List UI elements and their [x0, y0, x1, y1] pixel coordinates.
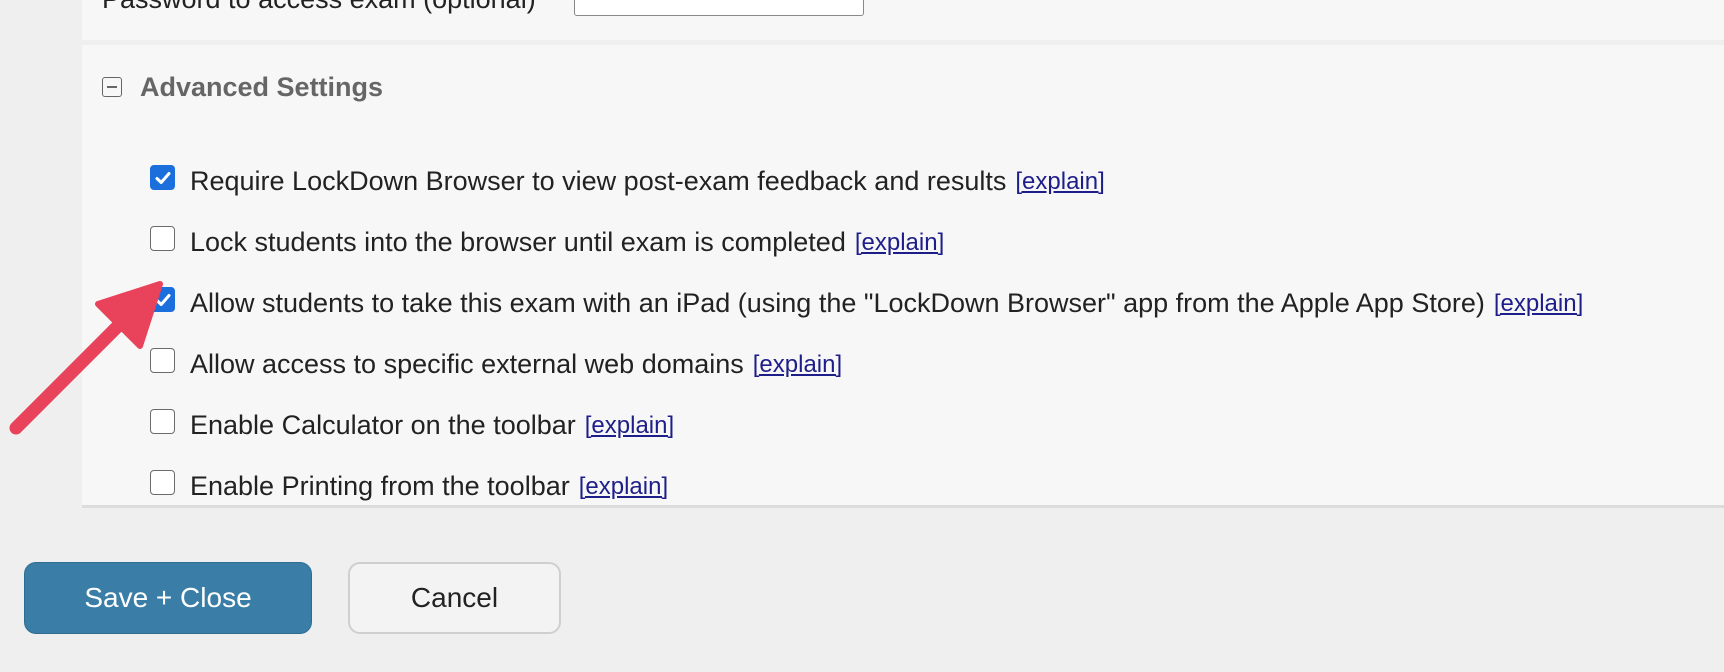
password-input[interactable] [574, 0, 864, 16]
checkbox[interactable] [150, 409, 175, 434]
option-label: Allow students to take this exam with an… [190, 288, 1485, 318]
password-label: Password to access exam (optional) [102, 0, 536, 15]
advanced-settings-title: Advanced Settings [140, 71, 384, 102]
advanced-options-list: Require LockDown Browser to view post-ex… [150, 151, 1583, 517]
option-label: Allow access to specific external web do… [190, 349, 744, 379]
option-lock-students: Lock students into the browser until exa… [150, 212, 1583, 273]
option-require-lockdown-feedback: Require LockDown Browser to view post-ex… [150, 151, 1583, 212]
explain-link[interactable]: [explain] [579, 473, 668, 501]
option-label: Enable Calculator on the toolbar [190, 410, 576, 440]
explain-link[interactable]: [explain] [1015, 168, 1104, 196]
explain-link[interactable]: [explain] [1494, 290, 1583, 318]
checkmark-icon [155, 294, 171, 306]
checkbox[interactable] [150, 226, 175, 251]
option-allow-external-domains: Allow access to specific external web do… [150, 334, 1583, 395]
explain-link[interactable]: [explain] [753, 351, 842, 379]
checkbox[interactable] [150, 165, 175, 190]
advanced-settings-panel: Advanced Settings Require LockDown Brows… [82, 45, 1724, 508]
checkmark-icon [155, 172, 171, 184]
checkbox[interactable] [150, 348, 175, 373]
checkbox[interactable] [150, 470, 175, 495]
option-allow-ipad: Allow students to take this exam with an… [150, 273, 1583, 334]
option-enable-printing: Enable Printing from the toolbar [explai… [150, 456, 1583, 517]
option-label: Require LockDown Browser to view post-ex… [190, 166, 1007, 196]
option-label: Enable Printing from the toolbar [190, 471, 570, 501]
checkbox[interactable] [150, 287, 175, 312]
save-close-button[interactable]: Save + Close [24, 562, 312, 634]
password-row: Password to access exam (optional) [82, 0, 1724, 40]
explain-link[interactable]: [explain] [855, 229, 944, 257]
option-label: Lock students into the browser until exa… [190, 227, 846, 257]
collapse-minus-icon[interactable] [102, 77, 122, 97]
cancel-button[interactable]: Cancel [348, 562, 561, 634]
advanced-settings-header[interactable]: Advanced Settings [102, 67, 383, 107]
option-enable-calculator: Enable Calculator on the toolbar [explai… [150, 395, 1583, 456]
explain-link[interactable]: [explain] [585, 412, 674, 440]
